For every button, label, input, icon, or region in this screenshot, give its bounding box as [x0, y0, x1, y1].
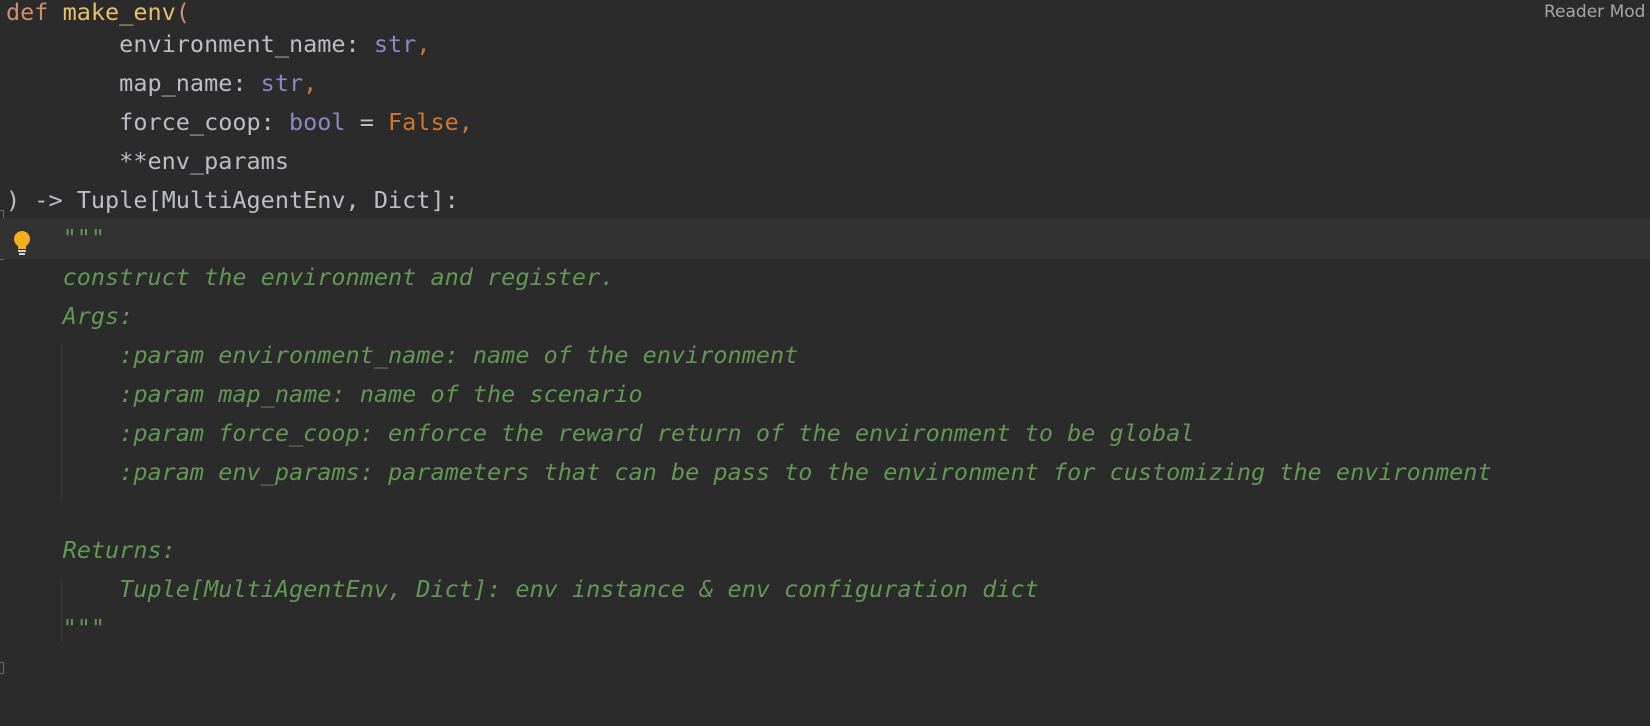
- code-line[interactable]: Args:: [0, 296, 1650, 337]
- code-token: :param environment_name: name of the env…: [6, 341, 799, 369]
- code-line[interactable]: :param force_coop: enforce the reward re…: [0, 413, 1650, 454]
- code-token: str: [373, 30, 417, 58]
- code-token: make_env: [62, 0, 176, 26]
- code-token: construct the environment and register.: [6, 263, 615, 291]
- code-token: False: [388, 108, 459, 136]
- code-line[interactable]: [0, 491, 1650, 532]
- code-token: =: [345, 108, 389, 136]
- code-line[interactable]: :param environment_name: name of the env…: [0, 335, 1650, 376]
- code-line[interactable]: construct the environment and register.: [0, 257, 1650, 298]
- code-token: ,: [416, 30, 431, 58]
- code-line[interactable]: :param map_name: name of the scenario: [0, 374, 1650, 415]
- code-token: ) -> Tuple[MultiAgentEnv, Dict]:: [6, 186, 459, 214]
- code-editor[interactable]: Reader Mod def make_env( environment_nam…: [0, 0, 1650, 726]
- code-line[interactable]: :param env_params: parameters that can b…: [0, 452, 1650, 493]
- code-line[interactable]: **env_params: [0, 141, 1650, 182]
- code-token: :param env_params: parameters that can b…: [6, 458, 1492, 486]
- code-line[interactable]: map_name: str,: [0, 63, 1650, 104]
- code-token: :param force_coop: enforce the reward re…: [6, 419, 1195, 447]
- code-token: Tuple[MultiAgentEnv, Dict]: env instance…: [6, 575, 1039, 603]
- code-line[interactable]: """: [0, 608, 1650, 649]
- code-token: :param map_name: name of the scenario: [6, 380, 643, 408]
- code-line[interactable]: Tuple[MultiAgentEnv, Dict]: env instance…: [0, 569, 1650, 610]
- code-token: str: [260, 69, 304, 97]
- code-token: Returns:: [6, 536, 176, 564]
- fold-marker[interactable]: [0, 662, 4, 674]
- code-token: """: [6, 614, 106, 642]
- lightbulb-icon[interactable]: [12, 230, 32, 256]
- code-token: ,: [303, 69, 318, 97]
- code-line[interactable]: force_coop: bool = False,: [0, 102, 1650, 143]
- code-token: map_name:: [6, 69, 261, 97]
- code-line[interactable]: environment_name: str,: [0, 24, 1650, 65]
- code-token: environment_name:: [6, 30, 374, 58]
- code-token: ,: [458, 108, 473, 136]
- code-line[interactable]: ) -> Tuple[MultiAgentEnv, Dict]:: [0, 180, 1650, 221]
- code-token: Args:: [6, 302, 134, 330]
- code-token: **env_params: [6, 147, 289, 175]
- code-token: bool: [288, 108, 346, 136]
- code-token: def: [6, 0, 63, 26]
- code-line[interactable]: """: [0, 218, 1650, 259]
- code-token: force_coop:: [6, 108, 289, 136]
- code-token: (: [175, 0, 190, 26]
- code-line[interactable]: Returns:: [0, 530, 1650, 571]
